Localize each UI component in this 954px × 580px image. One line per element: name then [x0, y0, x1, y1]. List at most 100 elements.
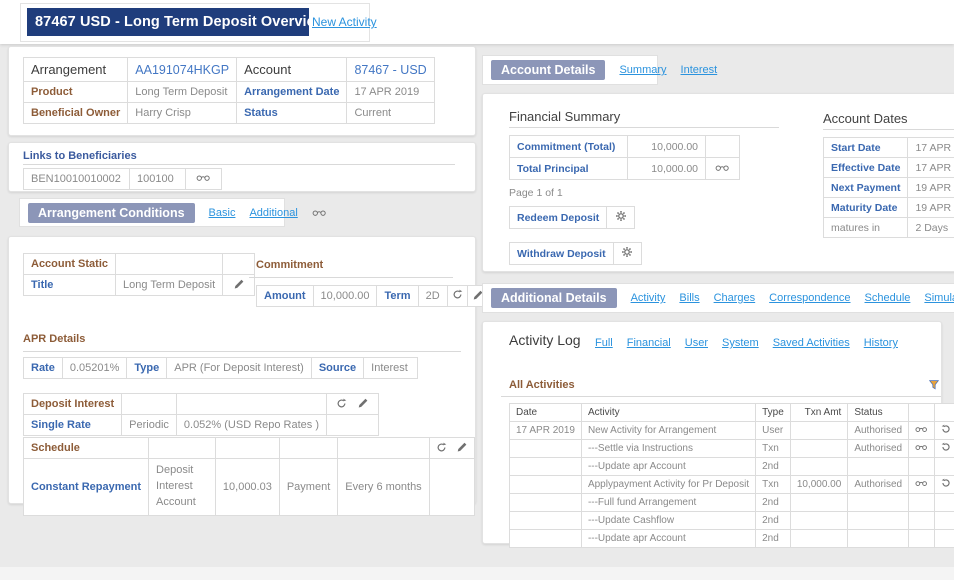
type-label: Type [126, 357, 168, 379]
title-value: Long Term Deposit [115, 274, 224, 296]
product-value: Long Term Deposit [127, 81, 238, 103]
type-cell: 2nd [755, 529, 791, 548]
financial-summary-heading: Financial Summary [509, 109, 621, 124]
apr-details-table: Rate 0.05201% Type APR (For Deposit Inte… [23, 357, 419, 379]
filter-funnel-icon[interactable] [928, 380, 940, 390]
tab-financial[interactable]: Financial [627, 337, 671, 349]
beneficiaries-table: BEN10010010002 100100 [23, 168, 222, 190]
account-details-title: Account Details [491, 60, 606, 80]
tab-full[interactable]: Full [595, 337, 613, 349]
commitment-total-value: 10,000.00 [627, 135, 706, 158]
next-payment-value: 19 APR 2019 [907, 177, 954, 198]
commitment-heading: Commitment [256, 259, 324, 271]
tab-schedule[interactable]: Schedule [865, 292, 911, 304]
arrangement-conditions-card: Account Static Title Long Term Deposit C… [8, 236, 489, 516]
withdraw-deposit-label[interactable]: Withdraw Deposit [509, 242, 614, 265]
settings-gear-icon[interactable] [615, 210, 627, 222]
col-status: Status [847, 403, 910, 422]
edit-pencil-icon[interactable] [357, 397, 369, 409]
col-txn-amt: Txn Amt [789, 403, 849, 422]
matures-in-label: matures in [822, 217, 909, 238]
recalculate-refresh-icon[interactable] [452, 289, 463, 300]
recalculate-refresh-icon[interactable] [436, 442, 447, 453]
txn-amt-cell [789, 421, 849, 440]
tab-charges[interactable]: Charges [714, 292, 756, 304]
tab-activity[interactable]: Activity [631, 292, 666, 304]
deposit-interest-header: Deposit Interest [22, 393, 123, 415]
constant-repayment-label: Constant Repayment [22, 458, 150, 516]
view-glasses-icon[interactable] [312, 208, 327, 217]
additional-details-header: Additional Details Activity Bills Charge… [482, 283, 954, 313]
beneficial-owner-label: Beneficial Owner [22, 102, 129, 124]
account-id[interactable]: 87467 - USD [346, 57, 435, 82]
arrangement-label: Arrangement [22, 57, 129, 82]
tab-bills[interactable]: Bills [679, 292, 699, 304]
view-glasses-icon[interactable] [915, 425, 928, 433]
table-row: BEN10010010002 100100 [23, 168, 222, 190]
arrangement-id[interactable]: AA191074HKGP [127, 57, 238, 82]
tab-summary[interactable]: Summary [619, 64, 666, 76]
deposit-overview-page: 87467 USD - Long Term Deposit Overview N… [0, 0, 954, 580]
tab-user[interactable]: User [685, 337, 708, 349]
status-cell: Authorised [847, 475, 910, 494]
tab-interest[interactable]: Interest [681, 64, 718, 76]
reverse-undo-icon[interactable] [941, 442, 951, 452]
account-static-table: Account Static Title Long Term Deposit [22, 253, 256, 296]
status-cell [847, 529, 910, 548]
arrangement-date-value: 17 APR 2019 [346, 81, 435, 103]
txn-amt-cell [789, 493, 849, 512]
table-row: Withdraw Deposit [509, 242, 642, 265]
tab-simulations[interactable]: Simulations [924, 292, 954, 304]
page-info: Page 1 of 1 [509, 187, 563, 199]
rate-label: Rate [23, 357, 63, 379]
view-glasses-icon[interactable] [196, 173, 211, 182]
all-activities-title: All Activities [509, 379, 575, 391]
beneficiaries-title: Links to Beneficiaries [23, 150, 137, 162]
tab-correspondence[interactable]: Correspondence [769, 292, 850, 304]
top-bar: 87467 USD - Long Term Deposit Overview N… [0, 0, 954, 44]
view-glasses-icon[interactable] [715, 163, 730, 172]
status-cell: Authorised [847, 421, 910, 440]
date-cell [509, 439, 582, 458]
tab-basic[interactable]: Basic [209, 207, 236, 219]
table-row: Beneficial Owner Harry Crisp Status Curr… [22, 102, 435, 124]
tab-history[interactable]: History [864, 337, 898, 349]
total-principal-value: 10,000.00 [627, 157, 706, 180]
reverse-undo-icon[interactable] [941, 424, 951, 434]
type-cell: 2nd [755, 511, 791, 530]
view-glasses-icon[interactable] [915, 443, 928, 451]
new-activity-link[interactable]: New Activity [312, 15, 377, 29]
date-cell [509, 493, 582, 512]
date-cell [509, 475, 582, 494]
status-cell [847, 457, 910, 476]
activity-row: Applypayment Activity for Pr Deposit Txn… [509, 475, 954, 494]
account-dates-heading: Account Dates [823, 111, 908, 126]
view-glasses-icon[interactable] [915, 479, 928, 487]
txn-amt-cell [789, 457, 849, 476]
rate-value: 0.052% (USD Repo Rates ) [175, 414, 328, 436]
table-row: Maturity Date 19 APR 2019 [822, 197, 954, 218]
product-label: Product [22, 81, 129, 103]
arrangement-info-table: Arrangement AA191074HKGP Account 87467 -… [22, 57, 435, 124]
settings-gear-icon[interactable] [621, 246, 633, 258]
tab-saved-activities[interactable]: Saved Activities [773, 337, 850, 349]
redeem-deposit-button: Redeem Deposit [508, 206, 636, 229]
arrangement-date-label: Arrangement Date [236, 81, 348, 103]
period-value: Periodic [121, 414, 177, 436]
txn-amt-cell: 10,000.00 [789, 475, 849, 494]
table-row: Arrangement AA191074HKGP Account 87467 -… [22, 57, 435, 82]
schedule-frequency: Every 6 months [337, 458, 430, 516]
activity-cell: ---Update apr Account [580, 457, 757, 476]
recalculate-refresh-icon[interactable] [336, 398, 347, 409]
divider [23, 351, 461, 352]
status-cell [847, 493, 910, 512]
date-cell: 17 APR 2019 [509, 421, 582, 440]
activity-cell: ---Update Cashflow [580, 511, 757, 530]
edit-pencil-icon[interactable] [456, 441, 468, 453]
edit-pencil-icon[interactable] [233, 278, 245, 290]
table-row: Start Date 17 APR 2019 [822, 137, 954, 158]
tab-system[interactable]: System [722, 337, 759, 349]
tab-additional[interactable]: Additional [249, 207, 297, 219]
reverse-undo-icon[interactable] [941, 478, 951, 488]
redeem-deposit-label[interactable]: Redeem Deposit [508, 206, 608, 229]
